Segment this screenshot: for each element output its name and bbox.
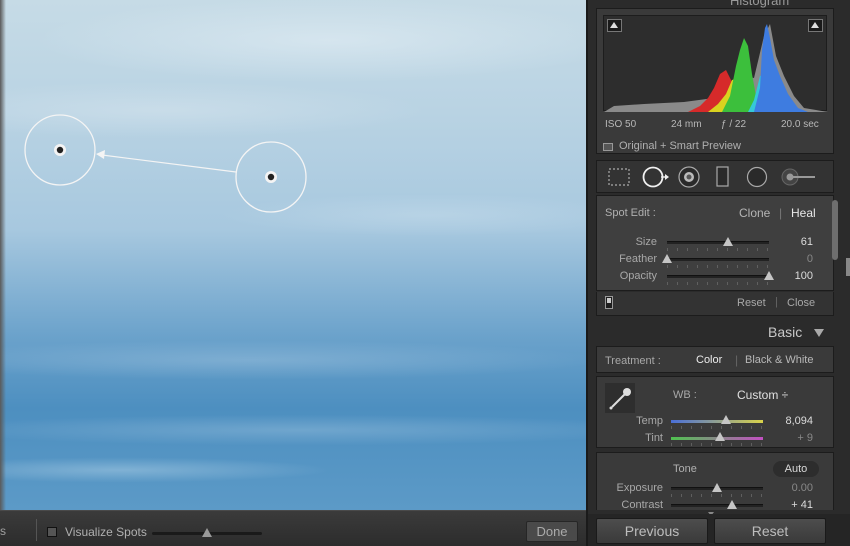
tone-label: Tone xyxy=(673,463,697,475)
feather-label: Feather xyxy=(619,253,657,265)
highlight-clipping-toggle[interactable] xyxy=(808,19,823,32)
radial-filter-icon[interactable] xyxy=(745,165,769,189)
bottom-toolbar: s Visualize Spots Done xyxy=(0,510,586,546)
exposure-slider[interactable] xyxy=(671,483,763,497)
histogram-panel: ISO 50 24 mm ƒ / 22 20.0 sec Original + … xyxy=(596,8,834,154)
panel-bottom-buttons: Previous Reset xyxy=(588,514,850,546)
histogram-iso: ISO 50 xyxy=(605,119,637,130)
tone-auto-button[interactable]: Auto xyxy=(773,461,819,477)
size-value[interactable]: 61 xyxy=(773,236,813,248)
red-eye-icon[interactable] xyxy=(677,165,701,189)
smart-preview-icon[interactable] xyxy=(603,143,613,151)
toolbar-divider xyxy=(36,519,37,541)
histogram-chart[interactable] xyxy=(603,15,828,112)
spot-removal-icon[interactable] xyxy=(641,165,669,189)
tint-label: Tint xyxy=(645,432,663,444)
treatment-row: Treatment : Color | Black & White xyxy=(596,346,834,373)
reset-button[interactable]: Reset xyxy=(714,518,826,544)
exposure-value[interactable]: 0.00 xyxy=(773,482,813,494)
temp-label: Temp xyxy=(636,415,663,427)
opacity-value[interactable]: 100 xyxy=(773,270,813,282)
visualize-spots-checkbox[interactable] xyxy=(47,527,57,537)
visualize-spots-label: Visualize Spots xyxy=(65,525,147,539)
treatment-color-button[interactable]: Color xyxy=(696,354,722,366)
heal-mode-button[interactable]: Heal xyxy=(791,206,816,220)
done-button[interactable]: Done xyxy=(526,521,578,542)
exposure-label: Exposure xyxy=(616,482,663,494)
visualize-threshold-slider[interactable] xyxy=(152,528,262,537)
histogram-title[interactable]: Histogram xyxy=(730,0,789,8)
panel-scrollbar[interactable] xyxy=(832,200,838,260)
treatment-separator: | xyxy=(735,353,739,367)
size-slider[interactable] xyxy=(667,237,769,251)
treatment-label: Treatment : xyxy=(605,355,661,367)
tint-slider-thumb[interactable] xyxy=(714,432,725,441)
size-label: Size xyxy=(635,236,657,248)
previous-button[interactable]: Previous xyxy=(596,518,708,544)
toolbar-tool-label: s xyxy=(0,524,6,538)
tone-section: Tone Auto Exposure 0.00 Contrast + 41 xyxy=(596,452,834,510)
spot-tool-on-off-switch[interactable] xyxy=(605,296,613,309)
heal-link-arrow xyxy=(101,154,237,173)
temp-value[interactable]: 8,094 xyxy=(773,415,813,427)
wb-preset-select[interactable]: Custom ÷ xyxy=(737,388,788,402)
histogram-shutter: 20.0 sec xyxy=(781,119,819,130)
opacity-slider[interactable] xyxy=(667,271,774,285)
collapse-triangle-icon[interactable] xyxy=(814,329,824,337)
contrast-slider-thumb[interactable] xyxy=(726,500,737,509)
tool-strip xyxy=(596,160,834,193)
treatment-bw-button[interactable]: Black & White xyxy=(745,354,813,366)
graduated-filter-icon[interactable] xyxy=(715,166,731,188)
spot-close-button[interactable]: Close xyxy=(787,297,815,309)
spot-edit-panel: Spot Edit : Clone | Heal Size 61 Feather… xyxy=(596,195,834,291)
develop-right-panel: Histogram ISO 50 24 mm ƒ / 22 20.0 sec O… xyxy=(586,0,850,546)
contrast-label: Contrast xyxy=(621,499,663,510)
feather-slider[interactable] xyxy=(662,254,769,268)
histogram-focal-length: 24 mm xyxy=(671,119,702,130)
contrast-value[interactable]: + 41 xyxy=(773,499,813,510)
panel-collapse-grip[interactable] xyxy=(846,258,850,276)
opacity-label: Opacity xyxy=(619,270,657,282)
mode-separator: | xyxy=(779,206,783,220)
feather-value[interactable]: 0 xyxy=(773,253,813,265)
spot-edit-footer: Reset | Close xyxy=(596,292,834,316)
spot-edit-label: Spot Edit : xyxy=(605,207,656,219)
basic-panel-header[interactable]: Basic xyxy=(768,324,802,340)
crop-overlay-icon[interactable] xyxy=(607,167,631,187)
adjustment-brush-icon[interactable] xyxy=(781,166,819,188)
white-balance-section: WB : Custom ÷ Temp 8,094 Tint + 9 xyxy=(596,376,834,448)
smart-preview-label[interactable]: Original + Smart Preview xyxy=(619,140,741,152)
eyedropper-icon[interactable] xyxy=(605,383,635,413)
footer-separator: | xyxy=(775,296,778,308)
feather-slider-thumb[interactable] xyxy=(662,254,672,263)
clone-mode-button[interactable]: Clone xyxy=(739,206,770,220)
tint-slider[interactable] xyxy=(671,432,763,446)
shadow-clipping-toggle[interactable] xyxy=(607,19,622,32)
temp-slider[interactable] xyxy=(671,415,763,429)
exposure-slider-thumb[interactable] xyxy=(712,483,722,492)
size-slider-thumb[interactable] xyxy=(723,237,734,246)
wb-label: WB : xyxy=(673,389,697,401)
contrast-slider[interactable] xyxy=(671,500,763,509)
spot-heal-overlay[interactable] xyxy=(0,0,586,510)
temp-slider-thumb[interactable] xyxy=(721,415,732,424)
histogram-aperture: ƒ / 22 xyxy=(721,119,747,130)
spot-reset-button[interactable]: Reset xyxy=(737,297,766,309)
histogram-blue xyxy=(754,24,808,112)
tint-value[interactable]: + 9 xyxy=(773,432,813,444)
visualize-slider-thumb[interactable] xyxy=(202,528,212,537)
